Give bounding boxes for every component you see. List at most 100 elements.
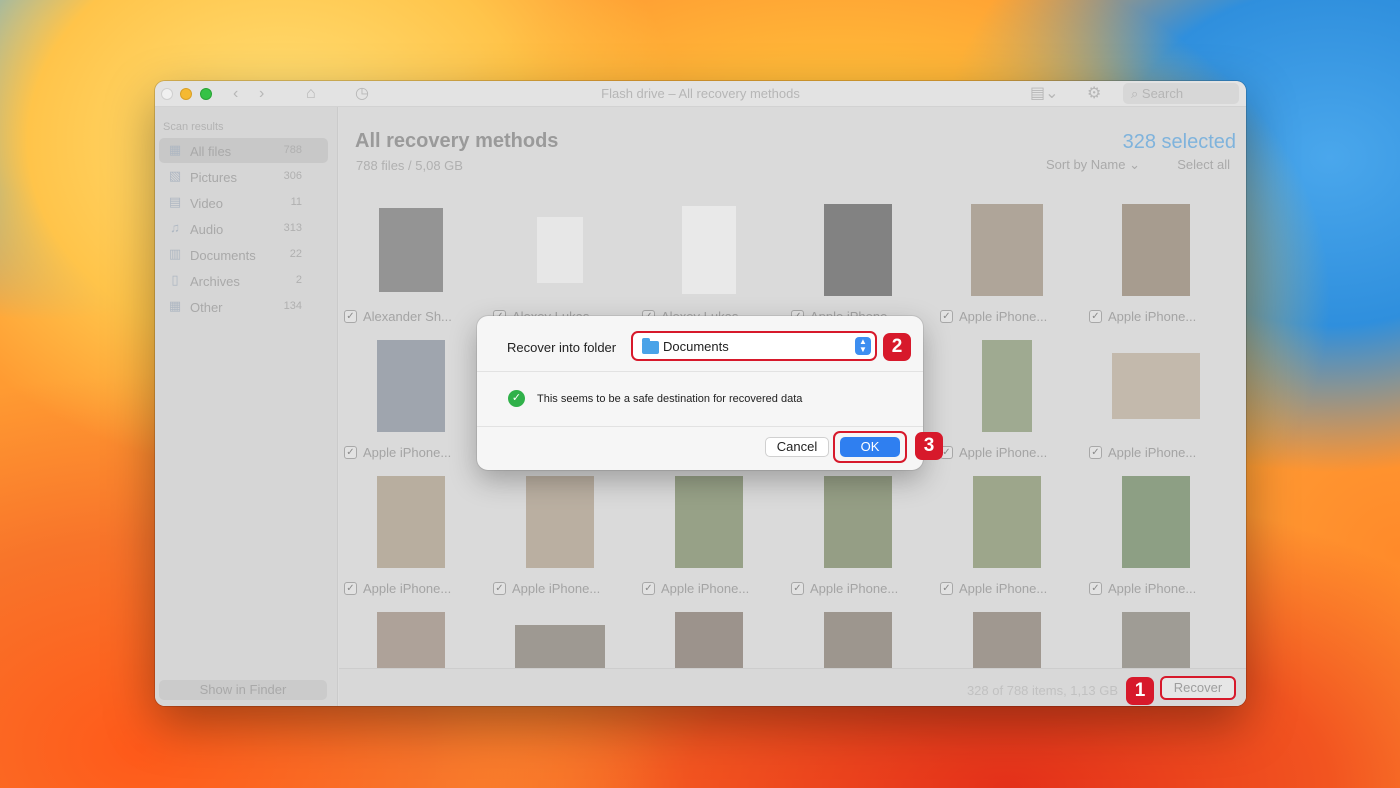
sidebar-item-video[interactable]: ▤ Video 11 (159, 190, 328, 215)
file-checkbox[interactable]: ✓ (344, 582, 357, 595)
checkmark-icon: ✓ (508, 390, 525, 407)
file-tile[interactable]: ✓Apple iPhone... (788, 196, 928, 326)
file-tile[interactable]: ✓ Apple iPhone... (1086, 332, 1226, 462)
file-thumbnail (973, 612, 1041, 668)
chevron-updown-icon: ▲ ▼ (855, 337, 871, 355)
file-tile[interactable]: ✓ Apple iPhone... (937, 196, 1077, 326)
file-tile[interactable]: ✓ Alexander Sh... (341, 196, 481, 326)
sidebar-item-pictures[interactable]: ▧ Pictures 306 (159, 164, 328, 189)
file-checkbox[interactable]: ✓ (344, 310, 357, 323)
title-bar: ‹ › ⌂ ◷ Flash drive – All recovery metho… (155, 81, 1246, 107)
file-name: Apple iPhone... (512, 581, 601, 596)
file-checkbox[interactable]: ✓ (1089, 446, 1102, 459)
file-tile[interactable]: ✓Alexey Lukas... (639, 196, 779, 326)
file-tile[interactable] (1086, 604, 1226, 668)
sidebar-item-audio[interactable]: ♫ Audio 313 (159, 216, 328, 241)
select-all-button[interactable]: Select all (1177, 157, 1230, 172)
file-thumbnail (379, 208, 443, 292)
file-checkbox[interactable]: ✓ (344, 446, 357, 459)
divider (477, 426, 923, 427)
file-thumbnail (675, 612, 743, 668)
search-placeholder: Search (1141, 86, 1184, 101)
file-checkbox[interactable]: ✓ (940, 310, 953, 323)
search-input[interactable]: ⌕ Search (1123, 83, 1239, 104)
show-in-finder-button[interactable]: Show in Finder (159, 680, 327, 700)
file-checkbox[interactable]: ✓ (791, 582, 804, 595)
file-tile[interactable]: ✓Alexey Lukas... (490, 196, 630, 326)
file-name: Apple iPhone... (1108, 309, 1197, 324)
folder-select[interactable]: Documents ▲ ▼ (631, 331, 877, 361)
sidebar: Scan results ▦ All files 788 ▧ Pictures … (155, 107, 338, 706)
sidebar-item-label: Audio (190, 222, 224, 237)
sidebar-item-label: All files (190, 144, 232, 159)
search-icon: ⌕ (1131, 86, 1139, 101)
sidebar-item-count: 22 (289, 248, 302, 260)
file-tile[interactable] (937, 604, 1077, 668)
sort-dropdown[interactable]: Sort by Name ⌄ (1046, 157, 1140, 173)
sidebar-item-label: Archives (190, 274, 240, 289)
filter-settings-icon[interactable]: ⚙ (1087, 84, 1101, 104)
file-checkbox[interactable]: ✓ (493, 582, 506, 595)
sidebar-item-label: Documents (190, 248, 256, 263)
file-thumbnail (377, 476, 445, 568)
recover-button[interactable]: Recover (1160, 676, 1236, 700)
file-thumbnail (515, 625, 605, 668)
file-checkbox[interactable]: ✓ (1089, 582, 1102, 595)
step-badge-3: 3 (915, 432, 943, 460)
file-tile[interactable]: ✓ Apple iPhone... (788, 468, 928, 598)
file-thumbnail (982, 340, 1032, 432)
file-thumbnail (973, 476, 1041, 568)
view-mode-icon[interactable]: ▤⌄ (1030, 84, 1059, 104)
sidebar-heading: Scan results (163, 121, 224, 133)
file-tile[interactable]: ✓ Apple iPhone... (1086, 468, 1226, 598)
file-thumbnail (537, 217, 583, 283)
file-thumbnail (377, 612, 445, 668)
sidebar-item-other[interactable]: ▦ Other 134 (159, 294, 328, 319)
sidebar-item-all-files[interactable]: ▦ All files 788 (159, 138, 328, 163)
file-tile[interactable] (788, 604, 928, 668)
file-tile[interactable]: ✓Apple iPhone... (937, 468, 1077, 598)
sidebar-item-label: Other (190, 300, 223, 315)
file-tile[interactable] (639, 604, 779, 668)
file-thumbnail (1112, 353, 1200, 419)
file-name: Apple iPhone... (810, 581, 899, 596)
file-thumbnail (1122, 612, 1190, 668)
ok-highlight: OK (833, 431, 907, 463)
cancel-button[interactable]: Cancel (765, 437, 829, 457)
folder-icon (642, 338, 659, 354)
file-tile[interactable]: ✓Apple iPhone... (937, 332, 1077, 462)
file-checkbox[interactable]: ✓ (642, 582, 655, 595)
audio-icon: ♫ (170, 220, 180, 235)
video-icon: ▤ (168, 194, 182, 209)
safe-destination-message: This seems to be a safe destination for … (537, 393, 803, 405)
file-thumbnail (675, 476, 743, 568)
sidebar-item-archives[interactable]: ▯ Archives 2 (159, 268, 328, 293)
file-tile[interactable]: ✓ Apple iPhone... (490, 468, 630, 598)
file-thumbnail (824, 612, 892, 668)
file-checkbox[interactable]: ✓ (1089, 310, 1102, 323)
file-tile[interactable]: ✓Apple iPhone... (639, 468, 779, 598)
window-title: Flash drive – All recovery methods (601, 86, 800, 101)
file-tile[interactable]: ✓Apple iPhone... (341, 468, 481, 598)
sidebar-item-count: 788 (283, 144, 302, 156)
sidebar-item-count: 313 (283, 222, 302, 234)
divider (477, 371, 923, 372)
file-name: Apple iPhone... (363, 445, 452, 460)
sidebar-item-documents[interactable]: ▥ Documents 22 (159, 242, 328, 267)
status-text: 328 of 788 items, 1,13 GB (966, 683, 1118, 698)
sidebar-item-count: 306 (283, 170, 302, 182)
ok-button[interactable]: OK (840, 437, 900, 457)
file-tile[interactable] (490, 604, 630, 668)
file-tile[interactable]: ✓ Apple iPhone... (341, 332, 481, 462)
sidebar-item-label: Video (190, 196, 224, 211)
pictures-icon: ▧ (168, 168, 182, 183)
file-name: Apple iPhone... (1108, 445, 1197, 460)
file-thumbnail (1122, 476, 1190, 568)
file-name: Apple iPhone... (959, 309, 1048, 324)
file-name: Alexander Sh... (363, 309, 452, 324)
file-tile[interactable] (341, 604, 481, 668)
file-name: Apple iPhone... (1108, 581, 1197, 596)
page-title: All recovery methods (355, 130, 559, 152)
file-checkbox[interactable]: ✓ (940, 582, 953, 595)
file-tile[interactable]: ✓ Apple iPhone... (1086, 196, 1226, 326)
